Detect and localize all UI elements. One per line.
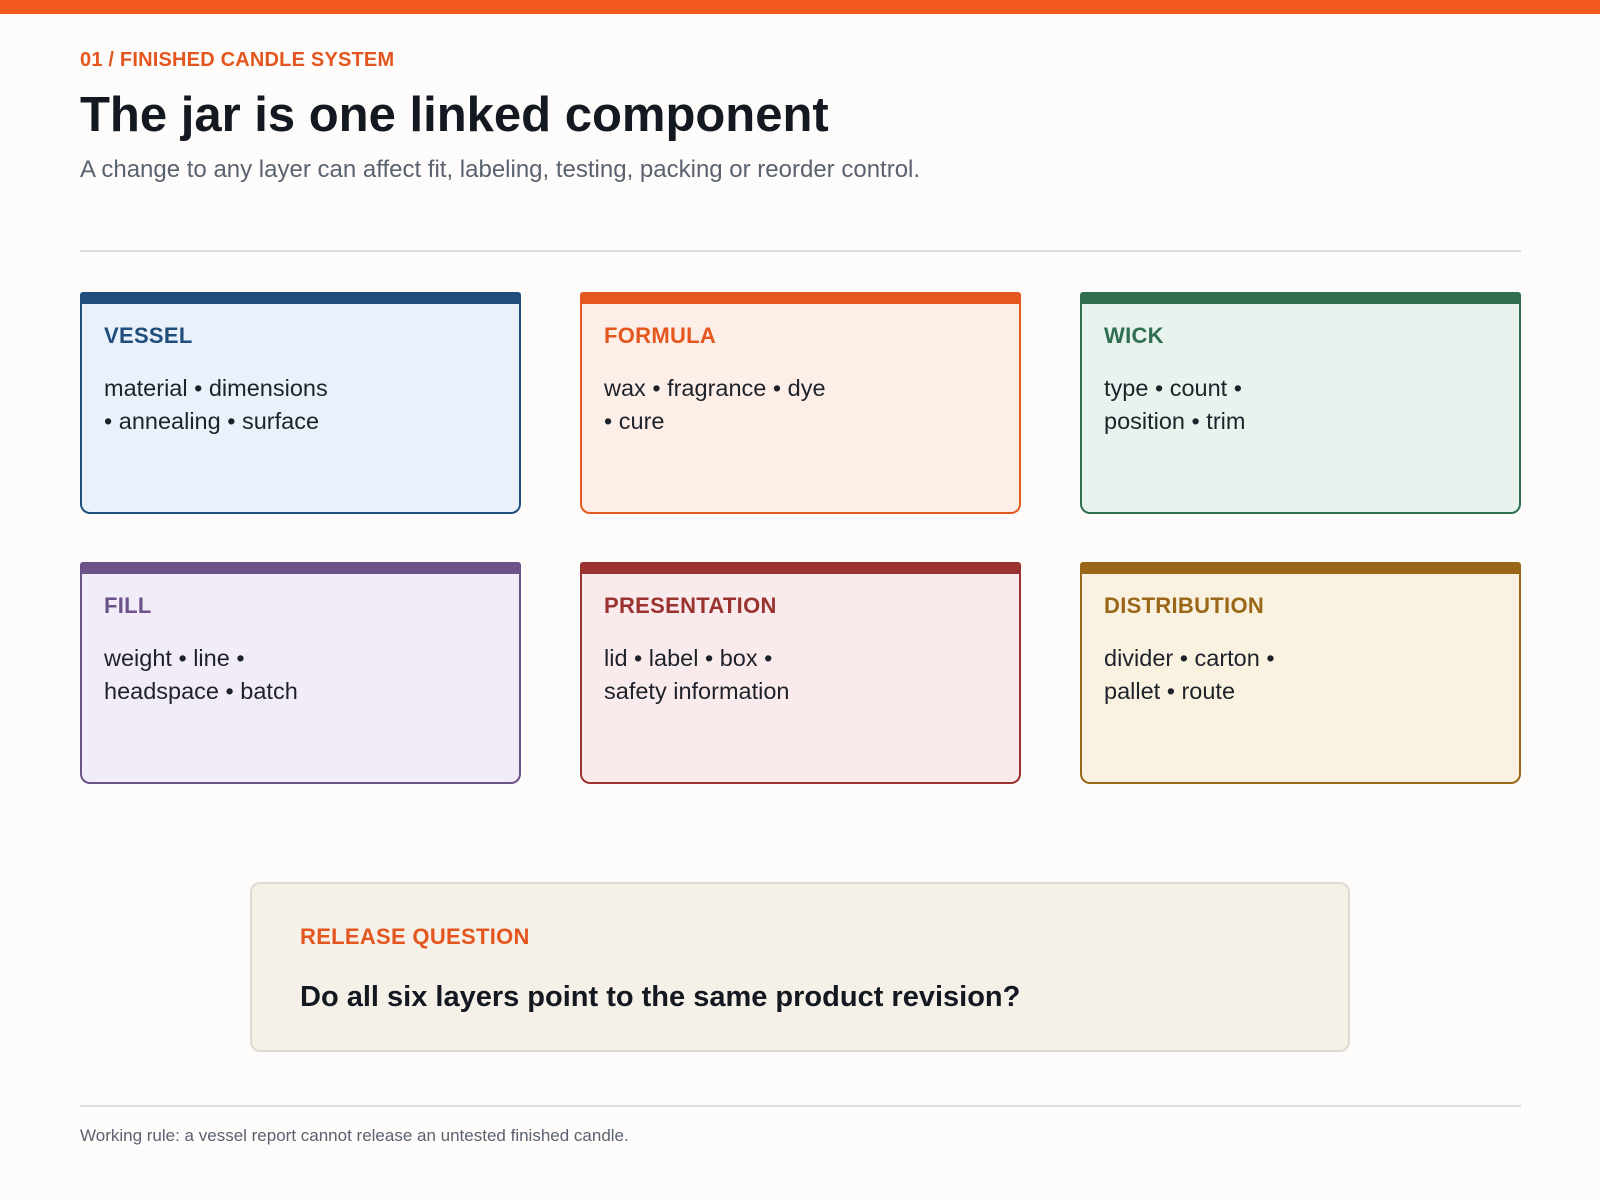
layer-card-wick: WICK type • count • position • trim — [1080, 292, 1521, 514]
layer-card-body: type • count • position • trim — [1104, 372, 1484, 438]
release-question-box: RELEASE QUESTION Do all six layers point… — [250, 882, 1350, 1052]
top-divider — [80, 250, 1521, 252]
layer-card-line: position • trim — [1104, 408, 1246, 434]
layer-card-formula: FORMULA wax • fragrance • dye • cure — [580, 292, 1021, 514]
layer-card-line: • cure — [604, 408, 665, 434]
layer-card-label: FILL — [104, 593, 152, 618]
layer-card-line: lid • label • box • — [604, 645, 773, 671]
layer-card-label: DISTRIBUTION — [1104, 593, 1265, 618]
layer-card-line: • annealing • surface — [104, 408, 320, 434]
layer-card-line: wax • fragrance • dye — [604, 375, 826, 401]
layer-card-vessel: VESSEL material • dimensions • annealing… — [80, 292, 521, 514]
release-question-text: Do all six layers point to the same prod… — [300, 981, 1021, 1013]
bottom-divider — [80, 1105, 1521, 1107]
layer-card-presentation: PRESENTATION lid • label • box • safety … — [580, 562, 1021, 784]
layer-card-label: VESSEL — [104, 323, 193, 348]
release-question-label: RELEASE QUESTION — [300, 924, 530, 949]
layer-card-distribution: DISTRIBUTION divider • carton • pallet •… — [1080, 562, 1521, 784]
layer-card-fill: FILL weight • line • headspace • batch — [80, 562, 521, 784]
layer-card-body: divider • carton • pallet • route — [1104, 642, 1484, 708]
layer-card-line: safety information — [604, 678, 790, 704]
footer-note: Working rule: a vessel report cannot rel… — [80, 1126, 629, 1145]
page-title: The jar is one linked component — [80, 88, 829, 142]
page-subtitle: A change to any layer can affect fit, la… — [80, 156, 921, 183]
layer-card-line: material • dimensions — [104, 375, 328, 401]
layer-card-label: WICK — [1104, 323, 1164, 348]
layer-card-body: weight • line • headspace • batch — [104, 642, 484, 708]
layer-card-body: wax • fragrance • dye • cure — [604, 372, 984, 438]
section-eyebrow: 01 / FINISHED CANDLE SYSTEM — [80, 49, 395, 71]
top-accent-bar — [0, 0, 1600, 14]
layer-card-label: FORMULA — [604, 323, 717, 348]
layer-card-line: weight • line • — [104, 645, 245, 671]
layer-card-body: lid • label • box • safety information — [604, 642, 984, 708]
layer-card-line: headspace • batch — [104, 678, 298, 704]
layer-card-body: material • dimensions • annealing • surf… — [104, 372, 484, 438]
layer-card-line: type • count • — [1104, 375, 1242, 401]
layer-card-label: PRESENTATION — [604, 593, 777, 618]
layer-card-line: pallet • route — [1104, 678, 1236, 704]
layer-card-line: divider • carton • — [1104, 645, 1275, 671]
